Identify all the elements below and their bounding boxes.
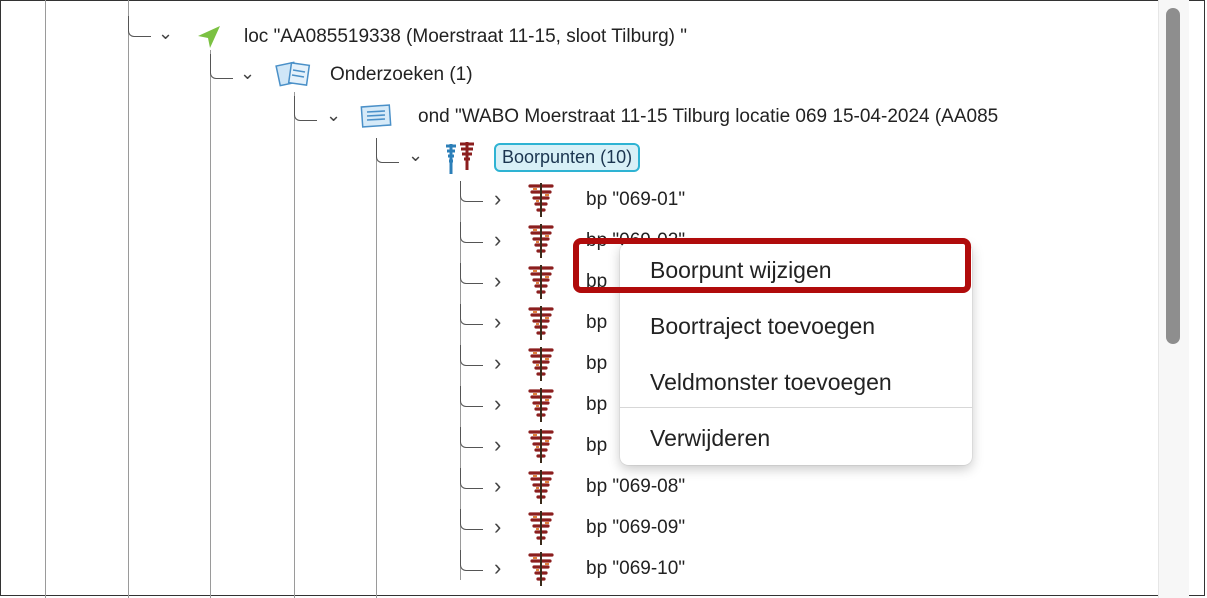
chevron-right-icon[interactable]: › — [494, 229, 501, 251]
tree-guide-line — [128, 0, 129, 598]
tree-connector — [460, 427, 483, 448]
tree-node-loc[interactable]: loc "AA085519338 (Moerstraat 11-15, sloo… — [244, 20, 687, 54]
tree-node-label: bp — [586, 271, 608, 292]
menu-item-veldmonster-toevoegen[interactable]: Veldmonster toevoegen — [620, 357, 972, 407]
tree-node-bp[interactable]: bp — [586, 265, 607, 299]
drill-points-icon — [440, 140, 480, 180]
tree-node-label: bp — [586, 435, 608, 456]
tree-connector — [460, 468, 483, 489]
menu-item-label: Boorpunt wijzigen — [650, 256, 832, 283]
tree-connector — [210, 54, 233, 79]
tree-guide-line — [45, 0, 46, 598]
tree-node-label: bp — [586, 353, 608, 374]
tree-node-label: bp — [586, 394, 608, 415]
drill-icon — [524, 181, 558, 219]
tree-node-label: loc "AA085519338 (Moerstraat 11-15, sloo… — [244, 26, 687, 47]
drill-icon — [524, 509, 558, 547]
tree-node-bp[interactable]: bp — [586, 306, 607, 340]
drill-icon — [524, 468, 558, 506]
chevron-right-icon[interactable]: › — [494, 557, 501, 579]
chevron-right-icon[interactable]: › — [494, 434, 501, 456]
tree-connector — [376, 138, 399, 163]
tree-node-label-selected: Boorpunten (10) — [494, 142, 641, 172]
tree-connector — [294, 96, 317, 121]
tree-connector — [460, 263, 483, 284]
menu-item-boortraject-toevoegen[interactable]: Boortraject toevoegen — [620, 301, 972, 351]
menu-item-boorpunt-wijzigen[interactable]: Boorpunt wijzigen — [620, 245, 972, 295]
tree-node-label: bp "069-09" — [586, 517, 686, 538]
chevron-right-icon[interactable]: › — [494, 188, 501, 210]
chevron-right-icon[interactable]: › — [494, 393, 501, 415]
chevron-right-icon[interactable]: › — [494, 516, 501, 538]
drill-icon — [524, 304, 558, 342]
chevron-right-icon[interactable]: › — [494, 311, 501, 333]
tree-connector — [460, 222, 483, 243]
chevron-right-icon[interactable]: › — [494, 270, 501, 292]
chevron-down-icon[interactable]: ⌄ — [158, 24, 173, 42]
menu-item-label: Verwijderen — [650, 424, 771, 451]
tree-node-label: bp "069-10" — [586, 558, 686, 579]
tree-node-bp[interactable]: bp "069-09" — [586, 511, 685, 545]
tree-connector — [460, 304, 483, 325]
tree-connector — [460, 386, 483, 407]
drill-icon — [524, 386, 558, 424]
menu-separator — [620, 407, 972, 408]
tree-node-bp[interactable]: bp "069-10" — [586, 552, 685, 586]
menu-item-verwijderen[interactable]: Verwijderen — [620, 413, 972, 463]
menu-item-label: Veldmonster toevoegen — [650, 368, 892, 395]
drill-icon — [524, 222, 558, 260]
tree-connector — [460, 550, 483, 571]
tree-connector — [460, 345, 483, 366]
tree-connector — [460, 181, 483, 202]
menu-item-label: Boortraject toevoegen — [650, 312, 876, 339]
tree-node-bp[interactable]: bp — [586, 429, 607, 463]
tree-node-label: Onderzoeken (1) — [330, 64, 473, 85]
tree-node-label: bp "069-01" — [586, 189, 686, 210]
location-arrow-icon — [196, 24, 222, 50]
tree-guide-line — [210, 50, 211, 598]
chevron-right-icon[interactable]: › — [494, 352, 501, 374]
tree-node-label: bp — [586, 312, 608, 333]
chevron-down-icon[interactable]: ⌄ — [408, 146, 423, 164]
tree-node-ond[interactable]: ond "WABO Moerstraat 11-15 Tilburg locat… — [418, 100, 998, 134]
scrollbar-thumb[interactable] — [1166, 8, 1180, 344]
tree-node-bp[interactable]: bp "069-08" — [586, 470, 685, 504]
tree-node-boorpunten[interactable]: Boorpunten (10) — [494, 140, 641, 174]
document-icon — [356, 102, 396, 130]
chevron-down-icon[interactable]: ⌄ — [240, 64, 255, 82]
chevron-right-icon[interactable]: › — [494, 475, 501, 497]
tree-node-bp[interactable]: bp — [586, 347, 607, 381]
tree-node-onderzoeken[interactable]: Onderzoeken (1) — [330, 58, 473, 92]
drill-icon — [524, 427, 558, 465]
tree-node-bp[interactable]: bp — [586, 388, 607, 422]
tree-node-label: bp "069-08" — [586, 476, 686, 497]
drill-icon — [524, 345, 558, 383]
context-menu: Boorpunt wijzigen Boortraject toevoegen … — [620, 243, 972, 465]
documents-icon — [274, 60, 314, 88]
tree-guide-line — [294, 92, 295, 598]
tree-node-label: ond "WABO Moerstraat 11-15 Tilburg locat… — [418, 106, 999, 127]
tree-node-bp[interactable]: bp "069-01" — [586, 183, 685, 217]
tree-connector — [460, 509, 483, 530]
tree-connector — [128, 16, 151, 37]
chevron-down-icon[interactable]: ⌄ — [326, 106, 341, 124]
tree-guide-line — [376, 138, 377, 598]
drill-icon — [524, 263, 558, 301]
drill-icon — [524, 550, 558, 588]
